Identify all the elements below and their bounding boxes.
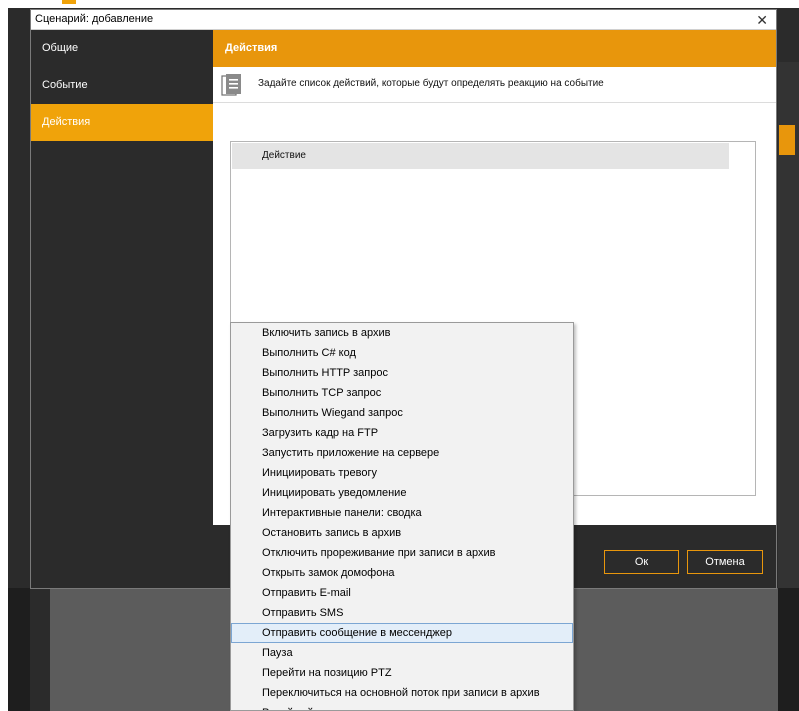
actions-column-header[interactable]: Действие — [232, 143, 729, 169]
dropdown-item[interactable]: Отправить E-mail — [231, 583, 573, 603]
dropdown-item[interactable]: Инициировать уведомление — [231, 483, 573, 503]
action-type-dropdown: Включить запись в архив Выполнить C# код… — [230, 322, 574, 711]
dropdown-item[interactable]: Выполнить TCP запрос — [231, 383, 573, 403]
sidebar-item-event[interactable]: Событие — [31, 67, 213, 104]
dropdown-item[interactable]: Перейти на позицию PTZ — [231, 663, 573, 683]
dropdown-item[interactable]: Выполнить C# код — [231, 343, 573, 363]
dialog-titlebar: Сценарий: добавление ✕ — [31, 10, 776, 30]
background-accent-tick — [62, 0, 76, 4]
dropdown-item[interactable]: Интерактивные панели: сводка — [231, 503, 573, 523]
dropdown-item[interactable]: Отправить SMS — [231, 603, 573, 623]
panel-header: Действия — [213, 30, 776, 67]
dropdown-item[interactable]: Запустить приложение на сервере — [231, 443, 573, 463]
background-right-accent — [779, 125, 795, 155]
sidebar-item-actions[interactable]: Действия — [31, 104, 213, 141]
cancel-button[interactable]: Отмена — [687, 550, 763, 574]
dropdown-item[interactable]: Переключиться на основной поток при запи… — [231, 683, 573, 703]
hint-row: Задайте список действий, которые будут о… — [213, 67, 776, 103]
document-list-icon — [221, 74, 241, 96]
dropdown-item[interactable]: Открыть замок домофона — [231, 563, 573, 583]
dropdown-item[interactable]: Остановить запись в архив — [231, 523, 573, 543]
dropdown-item[interactable]: Пауза — [231, 643, 573, 663]
sidebar-item-general[interactable]: Общие — [31, 30, 213, 67]
dropdown-item[interactable]: Включить запись в архив — [231, 323, 573, 343]
background-left-strip — [30, 588, 50, 711]
dropdown-item[interactable]: Выполнить Wiegand запрос — [231, 403, 573, 423]
dropdown-item[interactable]: Отключить прореживание при записи в архи… — [231, 543, 573, 563]
dialog-sidebar: Общие Событие Действия — [31, 30, 213, 525]
close-icon[interactable]: ✕ — [756, 11, 768, 29]
hint-text: Задайте список действий, которые будут о… — [258, 78, 604, 89]
dropdown-item[interactable]: Релейный модуль: установить значение пор… — [231, 703, 573, 710]
background-top-strip — [8, 0, 799, 8]
dropdown-item[interactable]: Выполнить HTTP запрос — [231, 363, 573, 383]
dropdown-item-highlighted[interactable]: Отправить сообщение в мессенджер — [231, 623, 573, 643]
dropdown-item[interactable]: Инициировать тревогу — [231, 463, 573, 483]
dialog-title: Сценарий: добавление — [35, 13, 154, 25]
dropdown-item[interactable]: Загрузить кадр на FTP — [231, 423, 573, 443]
ok-button[interactable]: Ок — [604, 550, 679, 574]
